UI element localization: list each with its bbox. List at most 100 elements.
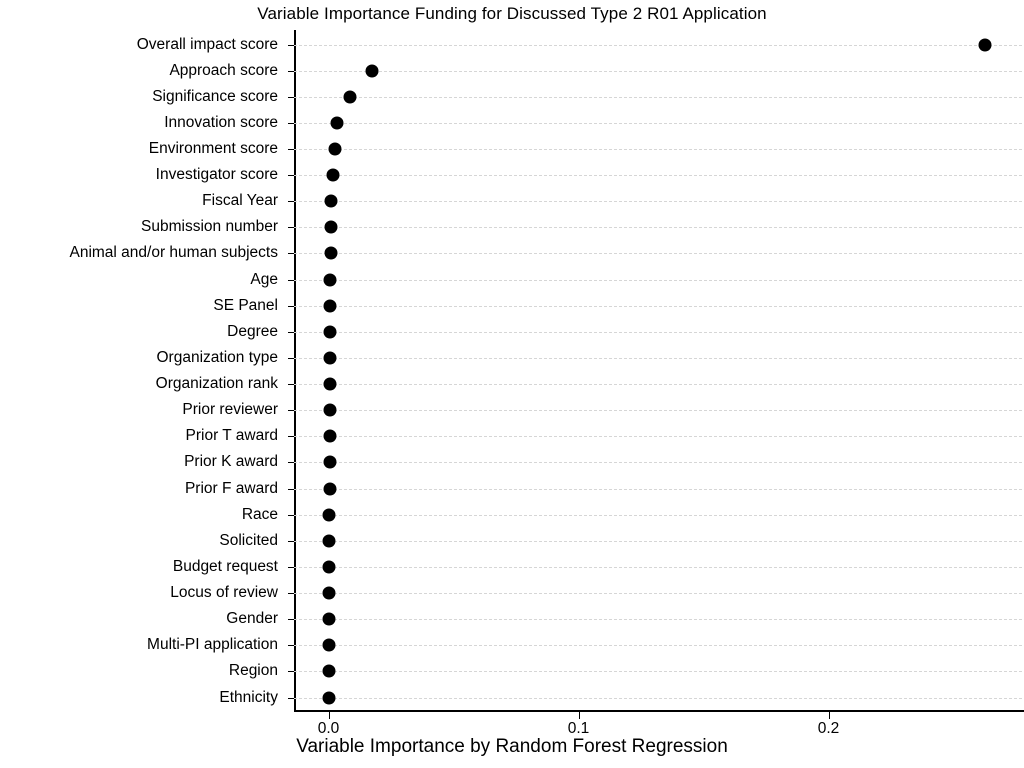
- y-axis-label: Organization rank: [155, 375, 278, 393]
- gridline: [294, 593, 1022, 595]
- data-point: [323, 455, 336, 469]
- y-axis-tick: [288, 70, 294, 72]
- gridline: [294, 175, 1022, 177]
- y-axis-tick: [288, 514, 294, 516]
- x-axis-tick: [328, 712, 330, 719]
- data-point: [322, 612, 336, 626]
- y-axis-label: Locus of review: [170, 584, 278, 602]
- y-axis-tick: [288, 645, 294, 647]
- gridline: [294, 410, 1022, 412]
- gridline: [294, 148, 1022, 150]
- y-axis-label: Ethnicity: [219, 688, 278, 706]
- y-axis-line: [294, 30, 296, 712]
- y-axis-tick: [288, 44, 294, 46]
- y-axis-label: Environment score: [148, 139, 278, 157]
- y-axis-label: Gender: [226, 610, 278, 628]
- y-axis-label: Overall impact score: [136, 35, 278, 53]
- data-point: [328, 142, 342, 156]
- y-axis-label: Solicited: [219, 531, 278, 549]
- data-point: [324, 194, 338, 208]
- gridline: [294, 540, 1022, 542]
- gridline: [294, 488, 1022, 490]
- gridline: [294, 201, 1022, 203]
- gridline: [294, 462, 1022, 464]
- y-axis-tick: [288, 122, 294, 124]
- y-axis-tick: [288, 566, 294, 568]
- x-axis-tick: [578, 712, 580, 719]
- y-axis-label: Region: [228, 662, 278, 680]
- data-point: [365, 64, 379, 78]
- y-axis-label: Submission number: [141, 218, 278, 236]
- y-axis-tick: [288, 488, 294, 490]
- x-axis-title: Variable Importance by Random Forest Reg…: [296, 736, 728, 757]
- y-axis-label: Prior T award: [185, 427, 278, 445]
- gridline: [294, 436, 1022, 438]
- plot-area: Overall impact score Approach score Signif…: [69, 30, 1024, 737]
- gridline: [294, 44, 1022, 46]
- y-axis-label: Degree: [227, 322, 278, 340]
- gridline: [294, 122, 1022, 124]
- y-axis-label: Fiscal Year: [202, 192, 278, 210]
- y-axis-label: Age: [250, 270, 278, 288]
- y-axis-tick: [288, 384, 294, 386]
- y-axis-tick: [288, 619, 294, 621]
- gridline: [294, 331, 1022, 333]
- y-axis-tick: [288, 279, 294, 281]
- data-point: [322, 691, 336, 704]
- y-axis-tick: [288, 305, 294, 307]
- y-axis-label: Multi-PI application: [147, 636, 278, 654]
- gridline: [294, 514, 1022, 516]
- data-point: [322, 560, 336, 574]
- data-point: [323, 325, 337, 339]
- y-axis-tick: [288, 462, 294, 464]
- data-point: [323, 482, 336, 496]
- gridline: [294, 697, 1022, 699]
- data-point: [323, 403, 337, 417]
- gridline: [294, 227, 1022, 229]
- gridline: [294, 384, 1022, 386]
- y-axis-tick: [288, 148, 294, 150]
- data-point: [322, 664, 336, 678]
- data-point: [323, 273, 337, 287]
- y-axis-label: Investigator score: [155, 166, 278, 184]
- data-point: [324, 246, 337, 260]
- y-axis-label: SE Panel: [213, 296, 278, 314]
- y-axis-label: Prior F award: [184, 479, 278, 497]
- chart-title: Variable Importance Funding for Discusse…: [257, 4, 767, 23]
- data-point: [322, 586, 336, 600]
- data-point: [323, 377, 337, 391]
- gridline: [294, 279, 1022, 281]
- y-axis-label: Animal and/or human subjects: [69, 244, 278, 262]
- y-axis-tick: [288, 540, 294, 542]
- gridline: [294, 566, 1022, 568]
- y-axis-label: Significance score: [152, 87, 278, 105]
- data-point: [978, 38, 992, 51]
- y-axis-tick: [288, 96, 294, 98]
- y-axis-label: Race: [241, 505, 278, 523]
- data-point: [324, 220, 338, 234]
- y-axis-tick: [288, 175, 294, 177]
- y-axis-tick: [288, 357, 294, 359]
- data-point: [322, 534, 336, 548]
- x-axis-tick: [828, 712, 830, 719]
- y-axis-label: Budget request: [172, 557, 278, 575]
- y-axis-tick: [288, 227, 294, 229]
- data-point: [343, 90, 357, 104]
- gridline: [294, 253, 1022, 255]
- data-point: [323, 351, 337, 365]
- y-axis-label: Prior reviewer: [182, 401, 278, 419]
- data-point: [330, 116, 344, 130]
- gridline: [294, 645, 1022, 647]
- data-point: [323, 299, 337, 313]
- gridline: [294, 619, 1022, 621]
- y-axis-tick: [288, 410, 294, 412]
- data-point: [326, 168, 340, 182]
- y-axis-tick: [288, 201, 294, 203]
- data-point: [323, 429, 336, 443]
- y-axis-label: Innovation score: [164, 113, 278, 131]
- y-axis-label: Organization type: [156, 348, 279, 366]
- y-axis-tick: [288, 253, 294, 255]
- variable-importance-dot-plot: Variable Importance Funding for Discusse…: [0, 0, 1024, 768]
- gridline: [294, 671, 1022, 673]
- data-point: [322, 508, 336, 522]
